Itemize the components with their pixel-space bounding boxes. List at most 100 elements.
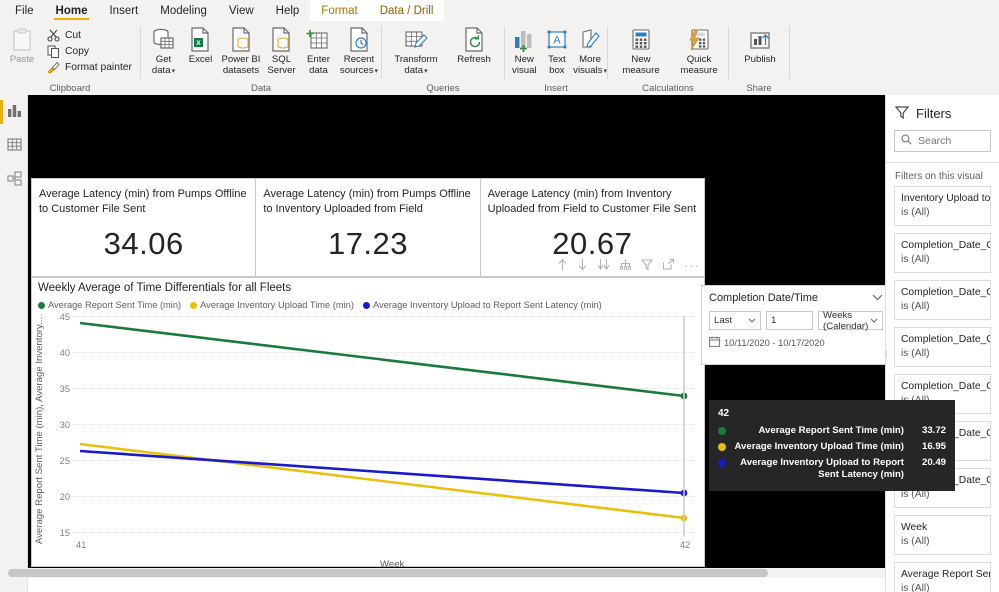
ribbon-group-insert: New visual A Text box More visuals▾ Inse… — [505, 21, 607, 95]
new-visual-icon — [512, 26, 536, 52]
scissors-icon — [46, 29, 60, 42]
tooltip-header: 42 — [718, 408, 730, 419]
line-chart-visual[interactable]: Weekly Average of Time Differentials for… — [31, 277, 705, 568]
filters-pane: Filters Search Filters on this visual In… — [885, 95, 999, 592]
filter-icon[interactable] — [640, 258, 654, 274]
get-data-button[interactable]: Get data▾ — [145, 24, 182, 77]
more-options-icon[interactable]: ··· — [684, 259, 700, 272]
x-axis-title: Week — [380, 559, 405, 568]
slicer-count-input[interactable]: 1 — [766, 311, 813, 330]
power-bi-desktop-window: File Home Insert Modeling View Help Form… — [0, 0, 999, 592]
sidebar-item-model-view[interactable] — [0, 163, 28, 197]
recent-sources-button[interactable]: Recent sources▾ — [337, 24, 381, 77]
legend-marker-yellow — [190, 301, 198, 309]
sidebar-item-report-view[interactable] — [0, 95, 28, 129]
publish-icon — [747, 26, 773, 52]
legend-label: Average Inventory Upload to Report Sent … — [372, 300, 602, 310]
slicer-relative-dropdown[interactable]: Last — [709, 311, 761, 330]
legend-item[interactable]: Average Report Sent Time (min) — [38, 300, 181, 310]
filter-state: is (All) — [901, 348, 930, 359]
recent-sources-label-2: sources — [339, 65, 374, 76]
slicer-unit-dropdown[interactable]: Weeks (Calendar) — [818, 309, 883, 332]
pane-resize-grip[interactable] — [886, 350, 887, 358]
drill-down-icon[interactable] — [577, 258, 588, 274]
tab-data-drill[interactable]: Data / Drill — [368, 0, 445, 21]
more-visuals-icon — [578, 26, 602, 52]
excel-button[interactable]: x Excel — [182, 24, 219, 65]
filter-card[interactable]: Week is (All) — [894, 515, 991, 555]
enter-data-button[interactable]: Enter data — [300, 24, 337, 76]
filter-card[interactable]: Completion_Date_CST - is (All) — [894, 327, 991, 367]
data-group-label: Data — [250, 83, 272, 94]
expand-all-icon[interactable] — [597, 258, 610, 274]
y-axis-tick: 40 — [59, 348, 70, 358]
kpi-card[interactable]: Average Latency (min) from Inventory Upl… — [479, 179, 704, 276]
report-canvas[interactable]: Average Latency (min) from Pumps Offline… — [28, 95, 885, 568]
filter-card[interactable]: Completion_Date_CST is (All) — [894, 280, 991, 320]
x-axis-tick: 42 — [680, 540, 691, 550]
focus-mode-icon[interactable] — [662, 258, 675, 274]
more-visuals-label-1: More — [579, 54, 601, 65]
refresh-button[interactable]: Refresh — [446, 24, 502, 65]
series-line-blue — [79, 449, 685, 495]
filter-card[interactable]: Average Report Sent Tim is (All) — [894, 562, 991, 592]
legend-item[interactable]: Average Inventory Upload to Report Sent … — [362, 300, 602, 310]
tooltip-label: Average Report Sent Time (min) — [758, 425, 904, 436]
chevron-down-icon — [870, 315, 878, 326]
drill-up-icon[interactable] — [557, 258, 568, 274]
legend-item[interactable]: Average Inventory Upload Time (min) — [190, 300, 354, 310]
powerbi-datasets-label-1: Power BI — [221, 54, 261, 65]
excel-icon: x — [189, 26, 211, 52]
tab-format[interactable]: Format — [310, 0, 369, 21]
transform-data-button[interactable]: Transform data▾ — [386, 24, 446, 77]
sql-server-label-1: SQL — [271, 54, 292, 65]
copy-icon — [46, 45, 60, 58]
slicer-unit-value: Weeks (Calendar) — [823, 309, 869, 332]
relative-date-slicer[interactable]: Completion Date/Time Last 1 Weeks (Calen… — [701, 285, 885, 365]
ribbon-group-queries: Transform data▾ Refresh Queries — [382, 21, 504, 95]
tab-home[interactable]: Home — [45, 0, 99, 21]
tab-insert[interactable]: Insert — [98, 0, 149, 21]
more-visuals-button[interactable]: More visuals▾ — [573, 24, 607, 77]
tab-help[interactable]: Help — [265, 0, 311, 21]
copy-button[interactable]: Copy — [46, 43, 132, 59]
chevron-down-icon — [748, 315, 756, 326]
paste-button[interactable]: Paste — [0, 24, 44, 65]
new-measure-icon — [630, 26, 652, 52]
sidebar-item-data-view[interactable] — [0, 129, 28, 163]
kpi-card[interactable]: Average Latency (min) from Pumps Offline… — [32, 179, 255, 276]
chevron-down-icon[interactable] — [872, 292, 883, 304]
get-data-icon — [150, 26, 176, 52]
text-box-button[interactable]: A Text box — [541, 24, 574, 76]
enter-data-label-1: Enter — [307, 54, 330, 65]
new-measure-button[interactable]: New measure — [612, 24, 670, 76]
powerbi-datasets-button[interactable]: Power BI datasets — [219, 24, 263, 76]
filter-card[interactable]: Inventory Upload to Rep is (All) — [894, 186, 991, 226]
format-painter-button[interactable]: Format painter — [46, 59, 132, 75]
cut-button[interactable]: Cut — [46, 27, 132, 43]
slicer-count-value: 1 — [771, 315, 777, 326]
publish-label: Publish — [744, 54, 776, 65]
canvas-scrollbar-thumb[interactable] — [8, 569, 768, 577]
quick-measure-button[interactable]: Quick measure — [670, 24, 728, 76]
filters-search-input[interactable]: Search — [894, 130, 991, 152]
report-view-icon — [7, 103, 22, 121]
filter-card[interactable]: Completion_Date_CST is (All) — [894, 233, 991, 273]
queries-group-label: Queries — [426, 83, 460, 94]
tab-modeling[interactable]: Modeling — [149, 0, 218, 21]
slicer-range-text: 10/11/2020 - 10/17/2020 — [724, 337, 825, 348]
publish-button[interactable]: Publish — [735, 24, 785, 65]
tab-insert-label: Insert — [109, 4, 139, 17]
enter-data-label-2: data — [309, 65, 328, 76]
kpi-card[interactable]: Average Latency (min) from Pumps Offline… — [255, 179, 479, 276]
new-visual-label-2: visual — [512, 65, 537, 76]
recent-sources-label-1: Recent — [343, 54, 375, 65]
y-axis-tick: 35 — [59, 384, 70, 394]
y-axis-tick: 25 — [59, 456, 70, 466]
tab-file[interactable]: File — [4, 0, 45, 21]
kpi-card-value: 17.23 — [327, 226, 409, 261]
new-visual-button[interactable]: New visual — [508, 24, 541, 76]
tab-view[interactable]: View — [218, 0, 265, 21]
sql-server-button[interactable]: SQL Server — [263, 24, 300, 76]
drill-mode-icon[interactable] — [619, 258, 632, 274]
